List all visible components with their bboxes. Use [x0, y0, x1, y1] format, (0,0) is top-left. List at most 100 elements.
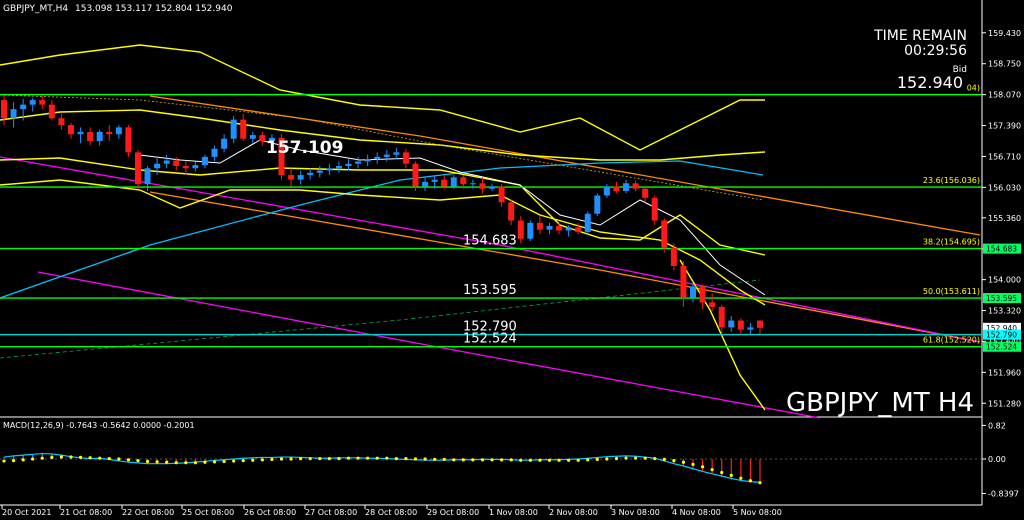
macd-signal-dot: [461, 458, 465, 462]
price-tick-label: 158.070: [988, 91, 1021, 100]
candle-bull: [192, 165, 199, 169]
candle-bear: [288, 175, 295, 180]
macd-signal-dot: [614, 456, 619, 461]
time-tick-label: 22 Oct 08:00: [122, 508, 174, 517]
macd-signal-dot: [117, 457, 121, 461]
macd-signal-dot: [222, 459, 226, 464]
macd-signal-dot: [385, 456, 389, 460]
macd-signal-dot: [2, 459, 6, 463]
candle-bull: [364, 159, 371, 162]
macd-signal-dot: [366, 456, 370, 460]
macd-signal-dot: [471, 458, 475, 462]
macd-signal-dot: [136, 459, 140, 463]
candle-bull: [565, 227, 572, 231]
macd-signal-dot: [308, 456, 312, 461]
macd-signal-dot: [576, 458, 580, 462]
time-tick-label: 26 Oct 08:00: [244, 508, 296, 517]
candle-bear: [182, 166, 189, 169]
annotation-157109: 157.109: [266, 138, 343, 158]
candle-bull: [527, 222, 534, 239]
macd-signal-dot: [423, 457, 427, 461]
candle-bear: [718, 306, 725, 328]
macd-signal-dot: [729, 473, 733, 477]
macd-signal-dot: [404, 456, 408, 461]
macd-signal-dot: [720, 470, 724, 475]
candle-bull: [307, 172, 314, 176]
price-chart: 23.6(156.036) 154.683 38.2(154.695) 153.595…: [0, 0, 1024, 520]
candle-bull: [345, 163, 352, 166]
candle-bear: [1, 100, 7, 119]
candle-bear: [106, 131, 113, 135]
candle-bull: [603, 186, 610, 196]
candle-bull: [594, 195, 601, 214]
level-label: 153.595: [463, 283, 517, 298]
price-tick-label: 154.000: [988, 276, 1021, 285]
candle-bear: [680, 266, 687, 298]
macd-signal-dot: [174, 461, 178, 465]
candle-bear: [125, 127, 132, 153]
macd-signal-dot: [700, 465, 705, 469]
macd-tick-label: 0.82: [988, 421, 1006, 430]
price-tick-label: 156.030: [988, 183, 1021, 192]
candle-bull: [221, 138, 228, 149]
candle-bear: [651, 197, 658, 221]
macd-signal-dot: [98, 456, 102, 460]
macd-signal-dot: [538, 458, 542, 462]
candle-bull: [374, 156, 381, 160]
candle-bear: [39, 100, 46, 105]
macd-label: MACD(12,26,9) -0.7643 -0.5642 0.0000 -0.…: [3, 421, 195, 430]
macd-signal-dot: [232, 459, 236, 463]
time-tick-label: 27 Oct 08:00: [305, 508, 357, 517]
macd-signal-dot: [78, 455, 83, 459]
candle-bear: [632, 183, 639, 189]
price-badge-text: 154.683: [986, 245, 1017, 254]
candle-bear: [517, 220, 524, 239]
fib-label: 38.2(154.695): [923, 238, 980, 247]
macd-signal-dot: [346, 456, 351, 460]
time-tick-label: 28 Oct 08:00: [365, 508, 417, 517]
candle-bear: [575, 227, 582, 232]
candle-bear: [498, 186, 505, 203]
macd-signal-dot: [50, 455, 54, 459]
price-tick-label: 151.960: [988, 368, 1021, 377]
candle-bear: [642, 188, 649, 198]
candle-bull: [316, 170, 323, 173]
macd-signal-dot: [289, 457, 293, 461]
candle-bull: [623, 183, 630, 191]
macd-signal-dot: [413, 457, 418, 461]
header-ohlc: 153.098 153.117 152.804 152.940: [75, 4, 233, 14]
macd-signal-dot: [595, 457, 599, 462]
candle-bull: [383, 154, 390, 157]
macd-signal-dot: [88, 456, 92, 460]
candle-bull: [728, 320, 735, 328]
macd-signal-dot: [31, 457, 35, 461]
time-tick-label: 25 Oct 08:00: [182, 508, 234, 517]
macd-signal-dot: [643, 456, 647, 460]
candle-bull: [690, 286, 697, 298]
fib-label: 23.6(156.036): [923, 176, 980, 185]
macd-signal-dot: [662, 457, 666, 462]
candle-bull: [450, 177, 457, 187]
fib-label: 61.8(152.520): [923, 336, 980, 345]
bid-value: 152.940: [897, 73, 963, 92]
candle-bear: [402, 152, 409, 164]
candle-bull: [297, 175, 304, 180]
macd-signal-dot: [758, 481, 762, 485]
candle-bear: [67, 125, 74, 135]
macd-signal-dot: [452, 458, 456, 462]
candle-bull: [10, 109, 17, 119]
candle-bull: [355, 161, 362, 164]
candle-bull: [469, 183, 476, 185]
header-symbol: GBPJPY_MT,H4: [3, 4, 68, 14]
time-tick-label: 4 Nov 08:00: [672, 508, 721, 517]
candle-bear: [508, 202, 515, 221]
candle-bear: [556, 226, 563, 231]
candle-bear: [441, 179, 448, 187]
candle-bull: [747, 327, 754, 330]
macd-signal-dot: [490, 458, 494, 462]
price-badge-text: 152.524: [986, 343, 1017, 352]
candle-bear: [48, 104, 55, 119]
macd-signal-dot: [442, 457, 446, 462]
macd-signal-dot: [528, 458, 532, 462]
level-label: 154.683: [463, 234, 517, 249]
